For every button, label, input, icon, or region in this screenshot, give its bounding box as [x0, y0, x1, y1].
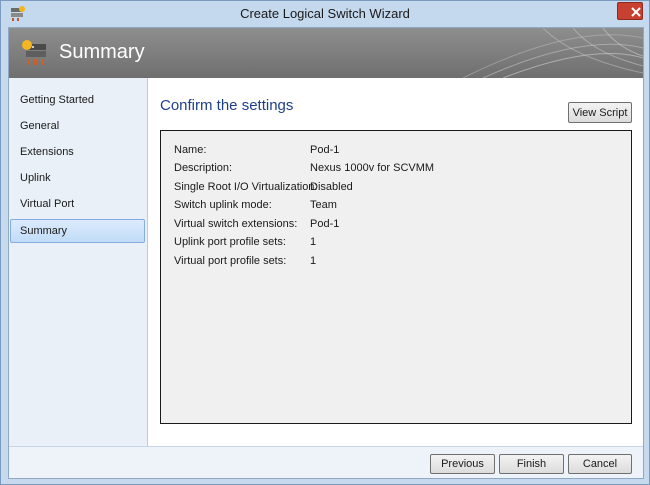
setting-value: Nexus 1000v for SCVMM [310, 162, 435, 174]
wizard-footer: Previous Finish Cancel [9, 446, 643, 478]
setting-value: Disabled [310, 181, 353, 193]
logical-switch-icon [22, 40, 46, 65]
page-title: Summary [59, 41, 145, 63]
banner-decoration [462, 28, 643, 78]
nav-item-label: Uplink [20, 172, 51, 184]
close-button[interactable] [617, 2, 643, 20]
wizard-window: Create Logical Switch Wizard Summary Get… [0, 0, 650, 485]
view-script-button[interactable]: View Script [568, 102, 632, 123]
title-bar[interactable]: Create Logical Switch Wizard [1, 1, 649, 27]
nav-item-label: Getting Started [20, 94, 94, 106]
close-icon [631, 7, 641, 17]
nav-item-general[interactable]: General [10, 114, 145, 138]
nav-item-label: Extensions [20, 146, 74, 158]
wizard-steps-nav: Getting Started General Extensions Uplin… [9, 78, 148, 446]
nav-item-summary[interactable]: Summary [10, 219, 145, 243]
setting-label: Name: [174, 144, 207, 156]
nav-item-label: General [20, 120, 60, 132]
wizard-body: Summary Getting Started General Extensio… [8, 27, 644, 479]
setting-value: Team [310, 199, 337, 211]
cancel-button[interactable]: Cancel [568, 454, 632, 474]
summary-panel: Confirm the settings View Script Name: P… [148, 78, 643, 446]
settings-summary-box: Name: Pod-1 Description: Nexus 1000v for… [160, 130, 632, 424]
nav-item-getting-started[interactable]: Getting Started [10, 88, 145, 112]
nav-item-uplink[interactable]: Uplink [10, 166, 145, 190]
previous-button[interactable]: Previous [430, 454, 495, 474]
setting-label: Virtual port profile sets: [174, 255, 287, 267]
nav-item-virtual-port[interactable]: Virtual Port [10, 192, 145, 216]
section-heading: Confirm the settings [160, 97, 294, 114]
setting-label: Virtual switch extensions: [174, 218, 298, 230]
setting-label: Switch uplink mode: [174, 199, 272, 211]
page-banner: Summary [9, 28, 643, 78]
window-title: Create Logical Switch Wizard [240, 6, 410, 21]
setting-value: 1 [310, 236, 317, 248]
setting-value: 1 [310, 255, 317, 267]
nav-item-label: Summary [20, 225, 68, 237]
setting-label: Single Root I/O Virtualization: [174, 181, 318, 193]
nav-item-label: Virtual Port [20, 198, 75, 210]
setting-value: Pod-1 [310, 218, 340, 230]
finish-button[interactable]: Finish [499, 454, 564, 474]
setting-value: Pod-1 [310, 144, 340, 156]
nav-item-extensions[interactable]: Extensions [10, 140, 145, 164]
setting-label: Description: [174, 162, 233, 174]
setting-label: Uplink port profile sets: [174, 236, 286, 248]
